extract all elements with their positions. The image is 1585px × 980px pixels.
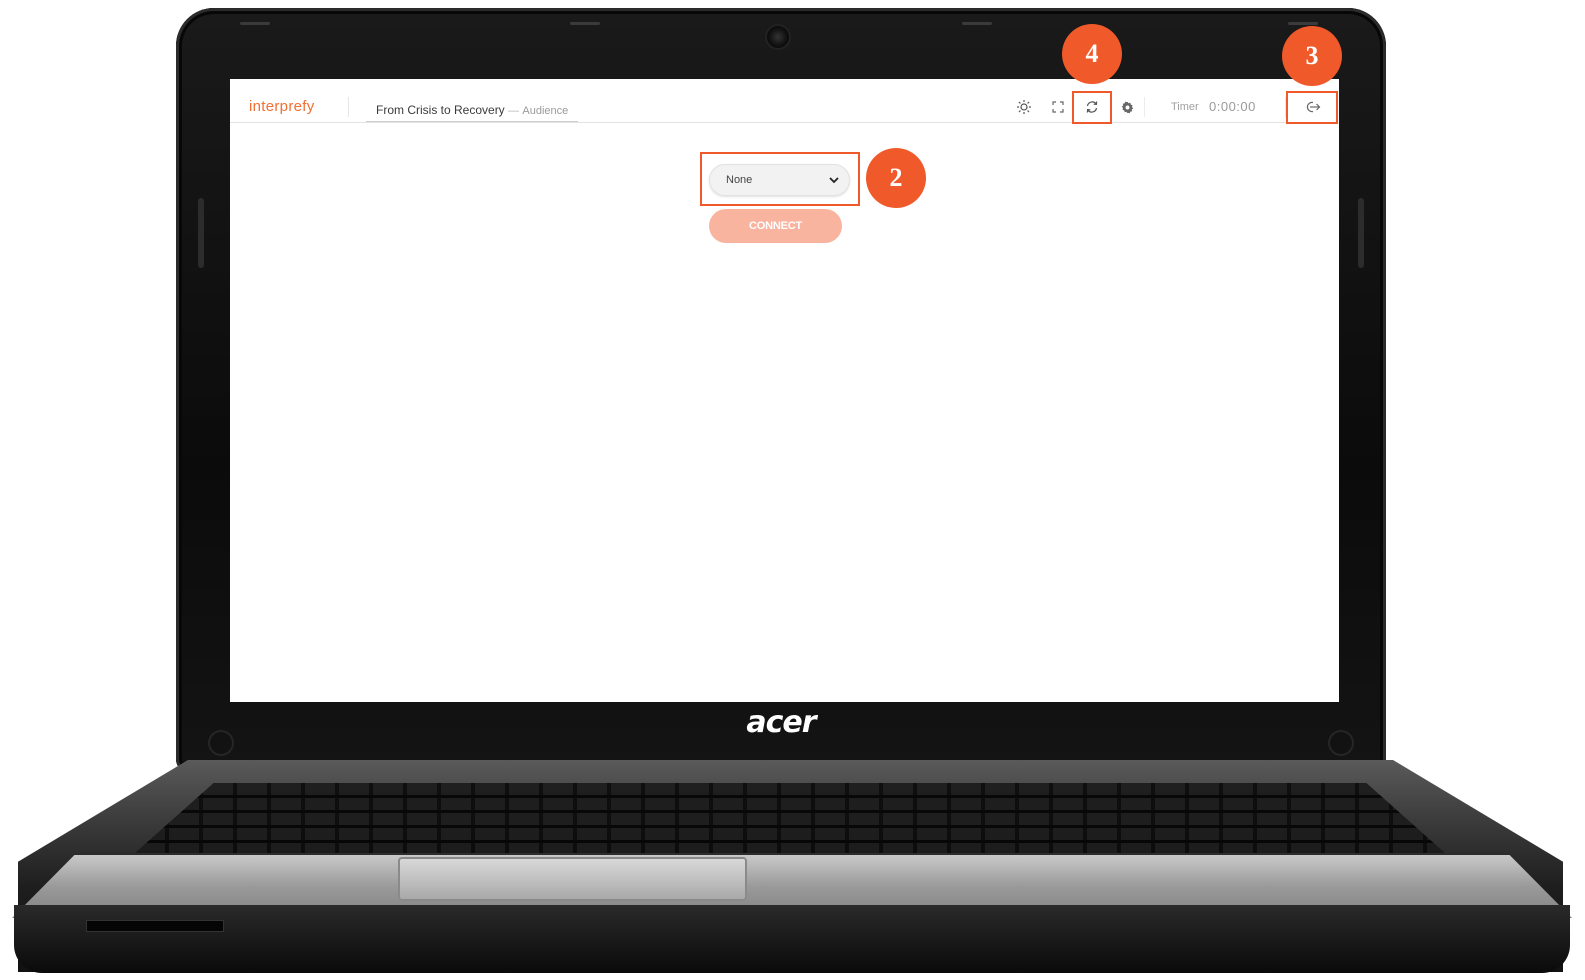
highlight-refresh xyxy=(1072,91,1112,124)
annotation-badge-2: 2 xyxy=(866,148,926,208)
event-separator: — xyxy=(508,105,520,117)
annotation-badge-4: 4 xyxy=(1062,24,1122,84)
gear-icon[interactable] xyxy=(1116,97,1138,117)
fullscreen-icon[interactable] xyxy=(1047,97,1069,117)
event-role: Audience xyxy=(522,105,569,117)
card-slot xyxy=(86,920,224,932)
event-name: From Crisis to Recovery xyxy=(376,103,505,117)
laptop-brand-logo: acer xyxy=(746,705,816,740)
annotation-badge-3: 3 xyxy=(1282,26,1342,86)
interprefy-logo[interactable]: interprefy xyxy=(249,98,315,115)
timer-label: Timer xyxy=(1171,101,1199,113)
connect-button[interactable]: CONNECT xyxy=(709,209,842,243)
top-bar: interprefy From Crisis to Recovery — Aud… xyxy=(230,92,1339,123)
webcam xyxy=(767,26,789,48)
highlight-logout xyxy=(1286,91,1338,124)
keyboard xyxy=(135,783,1445,853)
highlight-language-select xyxy=(700,152,860,206)
timer-value: 0:00:00 xyxy=(1209,99,1256,114)
event-title: From Crisis to Recovery — Audience xyxy=(376,103,568,117)
brightness-icon[interactable] xyxy=(1013,97,1035,117)
touchpad xyxy=(398,857,747,901)
